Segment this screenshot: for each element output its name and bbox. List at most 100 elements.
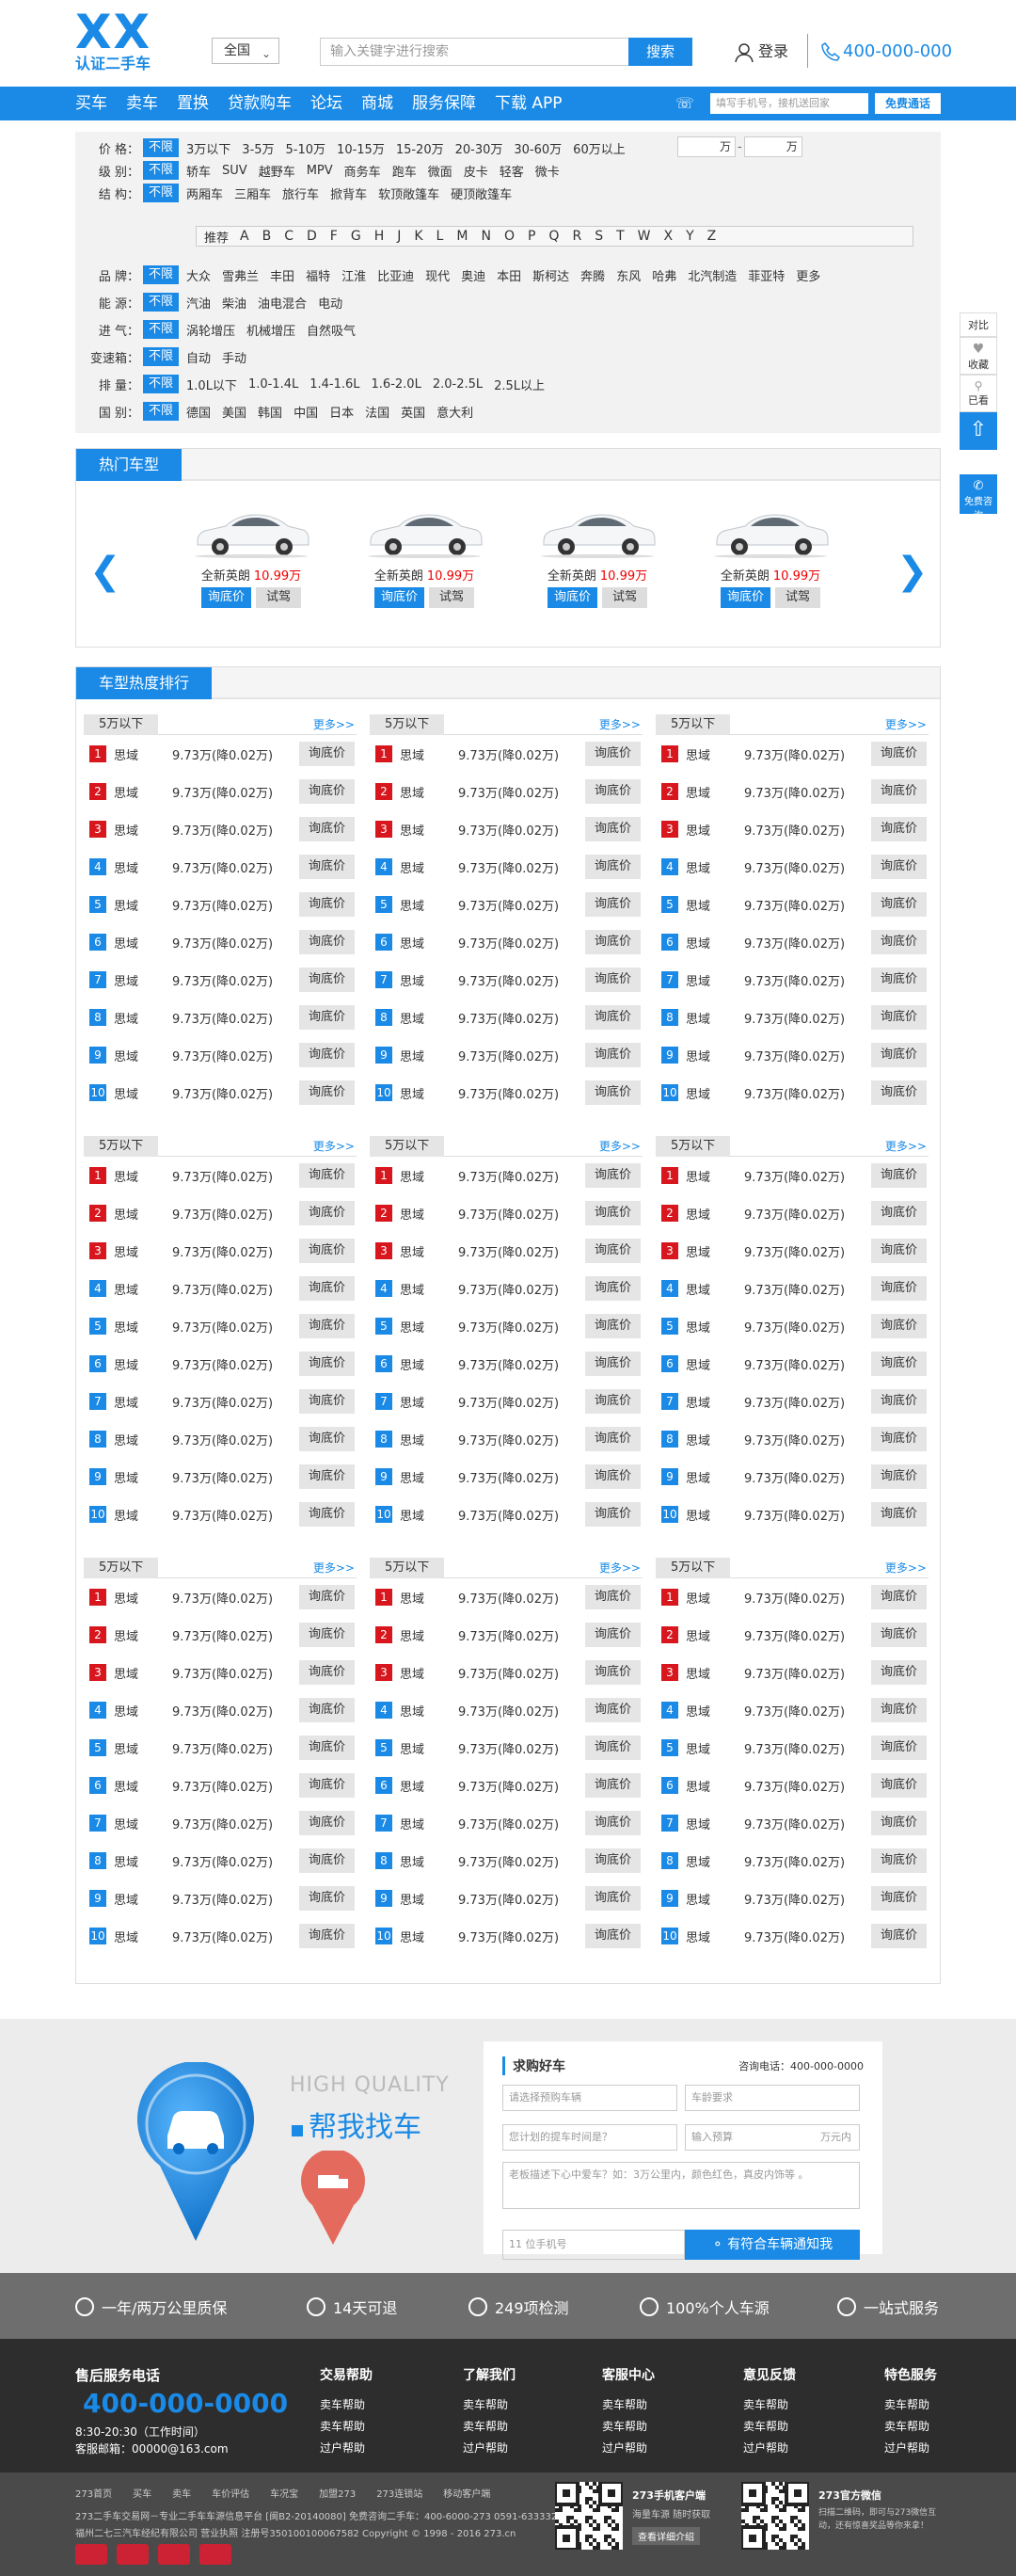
rank-item[interactable]: 6 思域 9.73万(降0.02万) 询底价	[656, 1767, 929, 1804]
nav-item[interactable]: 商城	[361, 87, 393, 120]
rank-item[interactable]: 7 思域 9.73万(降0.02万) 询底价	[84, 961, 357, 999]
rank-item[interactable]: 8 思域 9.73万(降0.02万) 询底价	[656, 1420, 929, 1458]
letter-j[interactable]: J	[397, 229, 401, 244]
rank-ask-button[interactable]: 询底价	[298, 968, 355, 992]
letter-r[interactable]: R	[572, 229, 581, 244]
rank-item[interactable]: 4 思域 9.73万(降0.02万) 询底价	[656, 1691, 929, 1729]
filter-option[interactable]: 两厢车	[186, 184, 223, 202]
rank-item[interactable]: 7 思域 9.73万(降0.02万) 询底价	[84, 1804, 357, 1842]
rank-item[interactable]: 3 思域 9.73万(降0.02万) 询底价	[370, 810, 643, 848]
rank-ask-button[interactable]: 询底价	[584, 1201, 641, 1225]
filter-unlimited[interactable]: 不限	[143, 184, 180, 202]
car-card[interactable]: 全新英朗 10.99万 询底价 试驾	[532, 502, 663, 608]
more-link[interactable]: 更多>>	[313, 1138, 355, 1154]
seen-button[interactable]: ⚲ 已看	[960, 375, 997, 412]
rank-item[interactable]: 8 思域 9.73万(降0.02万) 询底价	[656, 1842, 929, 1880]
filter-option[interactable]: MPV	[307, 164, 333, 178]
rank-item[interactable]: 4 思域 9.73万(降0.02万) 询底价	[84, 1691, 357, 1729]
copyright-link[interactable]: 移动客户端	[443, 2486, 490, 2500]
nav-item[interactable]: 贷款购车	[228, 87, 292, 120]
filter-option[interactable]: SUV	[222, 164, 247, 178]
rank-ask-button[interactable]: 询底价	[584, 1660, 641, 1685]
footer-link[interactable]: 过户帮助	[320, 2438, 373, 2459]
rank-ask-button[interactable]: 询底价	[584, 1389, 641, 1414]
rank-item[interactable]: 2 思域 9.73万(降0.02万) 询底价	[84, 1194, 357, 1232]
car-card[interactable]: 全新英朗 10.99万 询底价 试驾	[705, 502, 836, 608]
filter-option[interactable]: 意大利	[437, 403, 473, 421]
letter-g[interactable]: G	[351, 229, 361, 244]
filter-option[interactable]: 60万以上	[573, 139, 626, 157]
rank-ask-button[interactable]: 询底价	[584, 1585, 641, 1609]
filter-option[interactable]: 英国	[401, 403, 425, 421]
more-link[interactable]: 更多>>	[599, 1138, 641, 1154]
car-select-field[interactable]: 请选择预购车辆	[502, 2085, 677, 2111]
filter-option[interactable]: 奥迪	[461, 266, 485, 284]
rank-ask-button[interactable]: 询底价	[298, 817, 355, 841]
rank-item[interactable]: 1 思域 9.73万(降0.02万) 询底价	[370, 1578, 643, 1616]
rank-ask-button[interactable]: 询底价	[584, 1276, 641, 1301]
footer-link[interactable]: 卖车帮助	[320, 2394, 373, 2416]
rank-ask-button[interactable]: 询底价	[584, 817, 641, 841]
filter-option[interactable]: 手动	[222, 348, 246, 366]
budget-field[interactable]: 输入预算 万元内	[685, 2124, 860, 2151]
city-select[interactable]: 全国 ⌄	[212, 38, 279, 64]
rank-item[interactable]: 2 思域 9.73万(降0.02万) 询底价	[656, 1616, 929, 1654]
rank-item[interactable]: 4 思域 9.73万(降0.02万) 询底价	[84, 1270, 357, 1307]
rank-ask-button[interactable]: 询底价	[870, 1043, 927, 1067]
rank-item[interactable]: 6 思域 9.73万(降0.02万) 询底价	[656, 1345, 929, 1383]
nav-item[interactable]: 买车	[75, 87, 107, 120]
rank-item[interactable]: 1 思域 9.73万(降0.02万) 询底价	[370, 1157, 643, 1194]
filter-option[interactable]: 15-20万	[396, 139, 444, 157]
filter-unlimited[interactable]: 不限	[143, 347, 180, 366]
filter-unlimited[interactable]: 不限	[143, 138, 180, 157]
rank-item[interactable]: 8 思域 9.73万(降0.02万) 询底价	[84, 1420, 357, 1458]
letter-c[interactable]: C	[284, 229, 294, 244]
rank-item[interactable]: 8 思域 9.73万(降0.02万) 询底价	[370, 1420, 643, 1458]
rank-item[interactable]: 7 思域 9.73万(降0.02万) 询底价	[656, 961, 929, 999]
nav-item[interactable]: 论坛	[310, 87, 342, 120]
letter-y[interactable]: Y	[686, 229, 694, 244]
filter-option[interactable]: 电动	[318, 294, 342, 312]
more-link[interactable]: 更多>>	[313, 716, 355, 732]
letter-b[interactable]: B	[262, 229, 272, 244]
rank-item[interactable]: 3 思域 9.73万(降0.02万) 询底价	[84, 810, 357, 848]
rank-ask-button[interactable]: 询底价	[870, 1736, 927, 1760]
filter-option[interactable]: 福特	[306, 266, 330, 284]
copyright-link[interactable]: 买车	[133, 2486, 151, 2500]
filter-option[interactable]: 微卡	[535, 162, 560, 180]
rank-ask-button[interactable]: 询底价	[298, 1201, 355, 1225]
rank-item[interactable]: 3 思域 9.73万(降0.02万) 询底价	[370, 1654, 643, 1691]
rank-item[interactable]: 4 思域 9.73万(降0.02万) 询底价	[370, 1691, 643, 1729]
rank-ask-button[interactable]: 询底价	[584, 968, 641, 992]
filter-option[interactable]: 3万以下	[186, 139, 230, 157]
filter-option[interactable]: 机械增压	[246, 321, 295, 339]
rank-ask-button[interactable]: 询底价	[870, 1163, 927, 1188]
filter-option[interactable]: 韩国	[258, 403, 282, 421]
rank-item[interactable]: 6 思域 9.73万(降0.02万) 询底价	[84, 923, 357, 961]
letter-a[interactable]: A	[240, 229, 249, 244]
rank-ask-button[interactable]: 询底价	[584, 855, 641, 879]
rank-item[interactable]: 7 思域 9.73万(降0.02万) 询底价	[370, 1383, 643, 1420]
phone-field[interactable]: 11 位手机号	[502, 2230, 685, 2260]
rank-item[interactable]: 1 思域 9.73万(降0.02万) 询底价	[84, 1578, 357, 1616]
rank-item[interactable]: 5 思域 9.73万(降0.02万) 询底价	[656, 1307, 929, 1345]
rank-ask-button[interactable]: 询底价	[584, 1352, 641, 1376]
rank-item[interactable]: 2 思域 9.73万(降0.02万) 询底价	[370, 1194, 643, 1232]
ask-price-button[interactable]: 询底价	[200, 587, 251, 608]
footer-link[interactable]: 卖车帮助	[884, 2394, 937, 2416]
nav-item[interactable]: 置换	[177, 87, 209, 120]
rank-ask-button[interactable]: 询底价	[584, 1848, 641, 1873]
filter-option[interactable]: 丰田	[270, 266, 294, 284]
filter-option[interactable]: 油电混合	[258, 294, 307, 312]
more-link[interactable]: 更多>>	[885, 1138, 927, 1154]
filter-option[interactable]: 跑车	[392, 162, 417, 180]
rank-item[interactable]: 4 思域 9.73万(降0.02万) 询底价	[370, 1270, 643, 1307]
search-button[interactable]: 搜索	[628, 38, 692, 66]
letter-q[interactable]: Q	[548, 229, 559, 244]
rank-item[interactable]: 9 思域 9.73万(降0.02万) 询底价	[370, 1458, 643, 1496]
filter-unlimited[interactable]: 不限	[143, 265, 180, 284]
rank-item[interactable]: 8 思域 9.73万(降0.02万) 询底价	[84, 999, 357, 1036]
rank-ask-button[interactable]: 询底价	[870, 1886, 927, 1911]
filter-option[interactable]: 德国	[186, 403, 211, 421]
rank-ask-button[interactable]: 询底价	[298, 1080, 355, 1105]
